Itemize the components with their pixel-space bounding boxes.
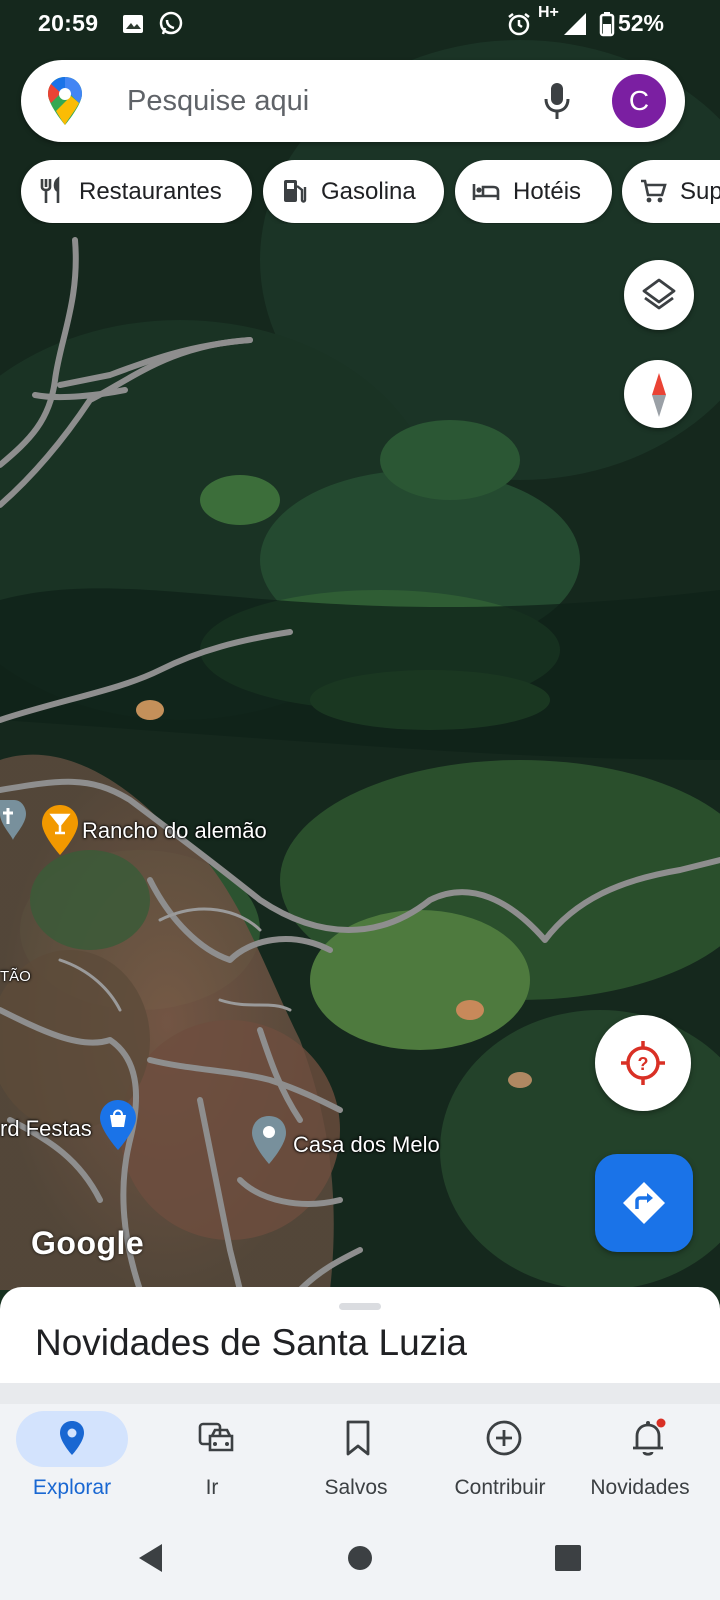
drag-handle[interactable] bbox=[339, 1303, 381, 1310]
sheet-title: Novidades de Santa Luzia bbox=[35, 1322, 467, 1363]
chip-hoteis[interactable]: Hotéis bbox=[455, 160, 612, 223]
status-time: 20:59 bbox=[38, 10, 99, 36]
recents-icon[interactable] bbox=[548, 1538, 588, 1578]
bottom-navigation[interactable]: Explorar Ir Salvos Contribuir Novidades bbox=[0, 1404, 720, 1526]
location-unknown-icon: ? bbox=[621, 1041, 665, 1085]
nav-novidades[interactable]: Novidades bbox=[576, 1404, 720, 1526]
bottom-sheet[interactable]: Novidades de Santa Luzia bbox=[0, 1287, 720, 1383]
alarm-icon bbox=[508, 13, 530, 36]
location-pin-icon bbox=[60, 1421, 84, 1455]
image-icon bbox=[123, 15, 143, 33]
chip-label: Restaurantes bbox=[79, 178, 222, 205]
layers-button[interactable] bbox=[624, 260, 694, 330]
bell-icon bbox=[633, 1418, 666, 1456]
account-avatar[interactable]: C bbox=[612, 74, 666, 128]
search-input[interactable] bbox=[127, 60, 527, 142]
chip-label: Gasolina bbox=[321, 178, 416, 205]
partial-area-label: TÃO bbox=[0, 968, 31, 985]
nav-contribuir[interactable]: Contribuir bbox=[432, 1404, 576, 1526]
nav-label: Salvos bbox=[324, 1476, 388, 1499]
directions-icon bbox=[623, 1182, 665, 1224]
nav-label: Ir bbox=[205, 1476, 219, 1499]
google-maps-logo-icon bbox=[48, 77, 82, 125]
chip-label: Supermercados bbox=[680, 178, 720, 205]
layers-icon bbox=[642, 278, 676, 310]
place-pin-icon[interactable] bbox=[252, 1116, 286, 1164]
category-chips[interactable]: Restaurantes Gasolina Hotéis Supermercad… bbox=[0, 160, 720, 224]
compass-button[interactable] bbox=[624, 360, 692, 428]
fork-knife-icon bbox=[40, 176, 60, 203]
chip-gasolina[interactable]: Gasolina bbox=[263, 160, 444, 223]
place-label-casa-melo[interactable]: Casa dos Melo bbox=[293, 1132, 440, 1158]
place-label-rancho[interactable]: Rancho do alemão bbox=[82, 818, 267, 844]
compass-icon bbox=[652, 373, 666, 417]
chip-supermercados[interactable]: Supermercados bbox=[622, 160, 720, 223]
directions-button[interactable] bbox=[595, 1154, 693, 1252]
mic-icon[interactable] bbox=[541, 81, 573, 121]
system-navigation-bar[interactable] bbox=[0, 1526, 720, 1600]
add-circle-icon bbox=[486, 1420, 522, 1456]
signal-icon bbox=[564, 13, 586, 35]
nav-label: Novidades bbox=[590, 1476, 690, 1499]
battery-icon bbox=[599, 12, 615, 37]
nav-explorar[interactable]: Explorar bbox=[0, 1404, 144, 1526]
whatsapp-icon bbox=[159, 11, 183, 35]
battery-level: 52% bbox=[617, 10, 664, 36]
home-icon[interactable] bbox=[340, 1538, 380, 1578]
my-location-button[interactable]: ? bbox=[595, 1015, 691, 1111]
nav-salvos[interactable]: Salvos bbox=[288, 1404, 432, 1526]
bookmark-icon bbox=[346, 1420, 370, 1456]
svg-text:?: ? bbox=[638, 1054, 649, 1074]
commute-icon bbox=[198, 1422, 234, 1452]
notification-dot bbox=[656, 1418, 666, 1428]
chip-label: Hotéis bbox=[513, 178, 582, 205]
gas-pump-icon bbox=[284, 180, 307, 203]
bar-pin-icon[interactable] bbox=[42, 805, 78, 855]
bed-icon bbox=[472, 184, 500, 200]
status-bar: 20:59 H+ 52% bbox=[0, 0, 720, 48]
back-icon[interactable] bbox=[132, 1538, 172, 1578]
place-label-festas[interactable]: rd Festas bbox=[0, 1116, 92, 1142]
cart-icon bbox=[641, 179, 667, 203]
church-pin-icon[interactable] bbox=[0, 800, 26, 840]
nav-label: Explorar bbox=[32, 1476, 112, 1499]
sheet-divider bbox=[0, 1383, 720, 1404]
google-attribution: Google bbox=[31, 1225, 145, 1261]
search-bar[interactable]: C bbox=[21, 60, 685, 142]
network-type: H+ bbox=[538, 4, 559, 21]
chip-restaurantes[interactable]: Restaurantes bbox=[21, 160, 252, 223]
shopping-pin-icon[interactable] bbox=[100, 1100, 136, 1150]
nav-label: Contribuir bbox=[454, 1476, 546, 1499]
nav-ir[interactable]: Ir bbox=[144, 1404, 288, 1526]
